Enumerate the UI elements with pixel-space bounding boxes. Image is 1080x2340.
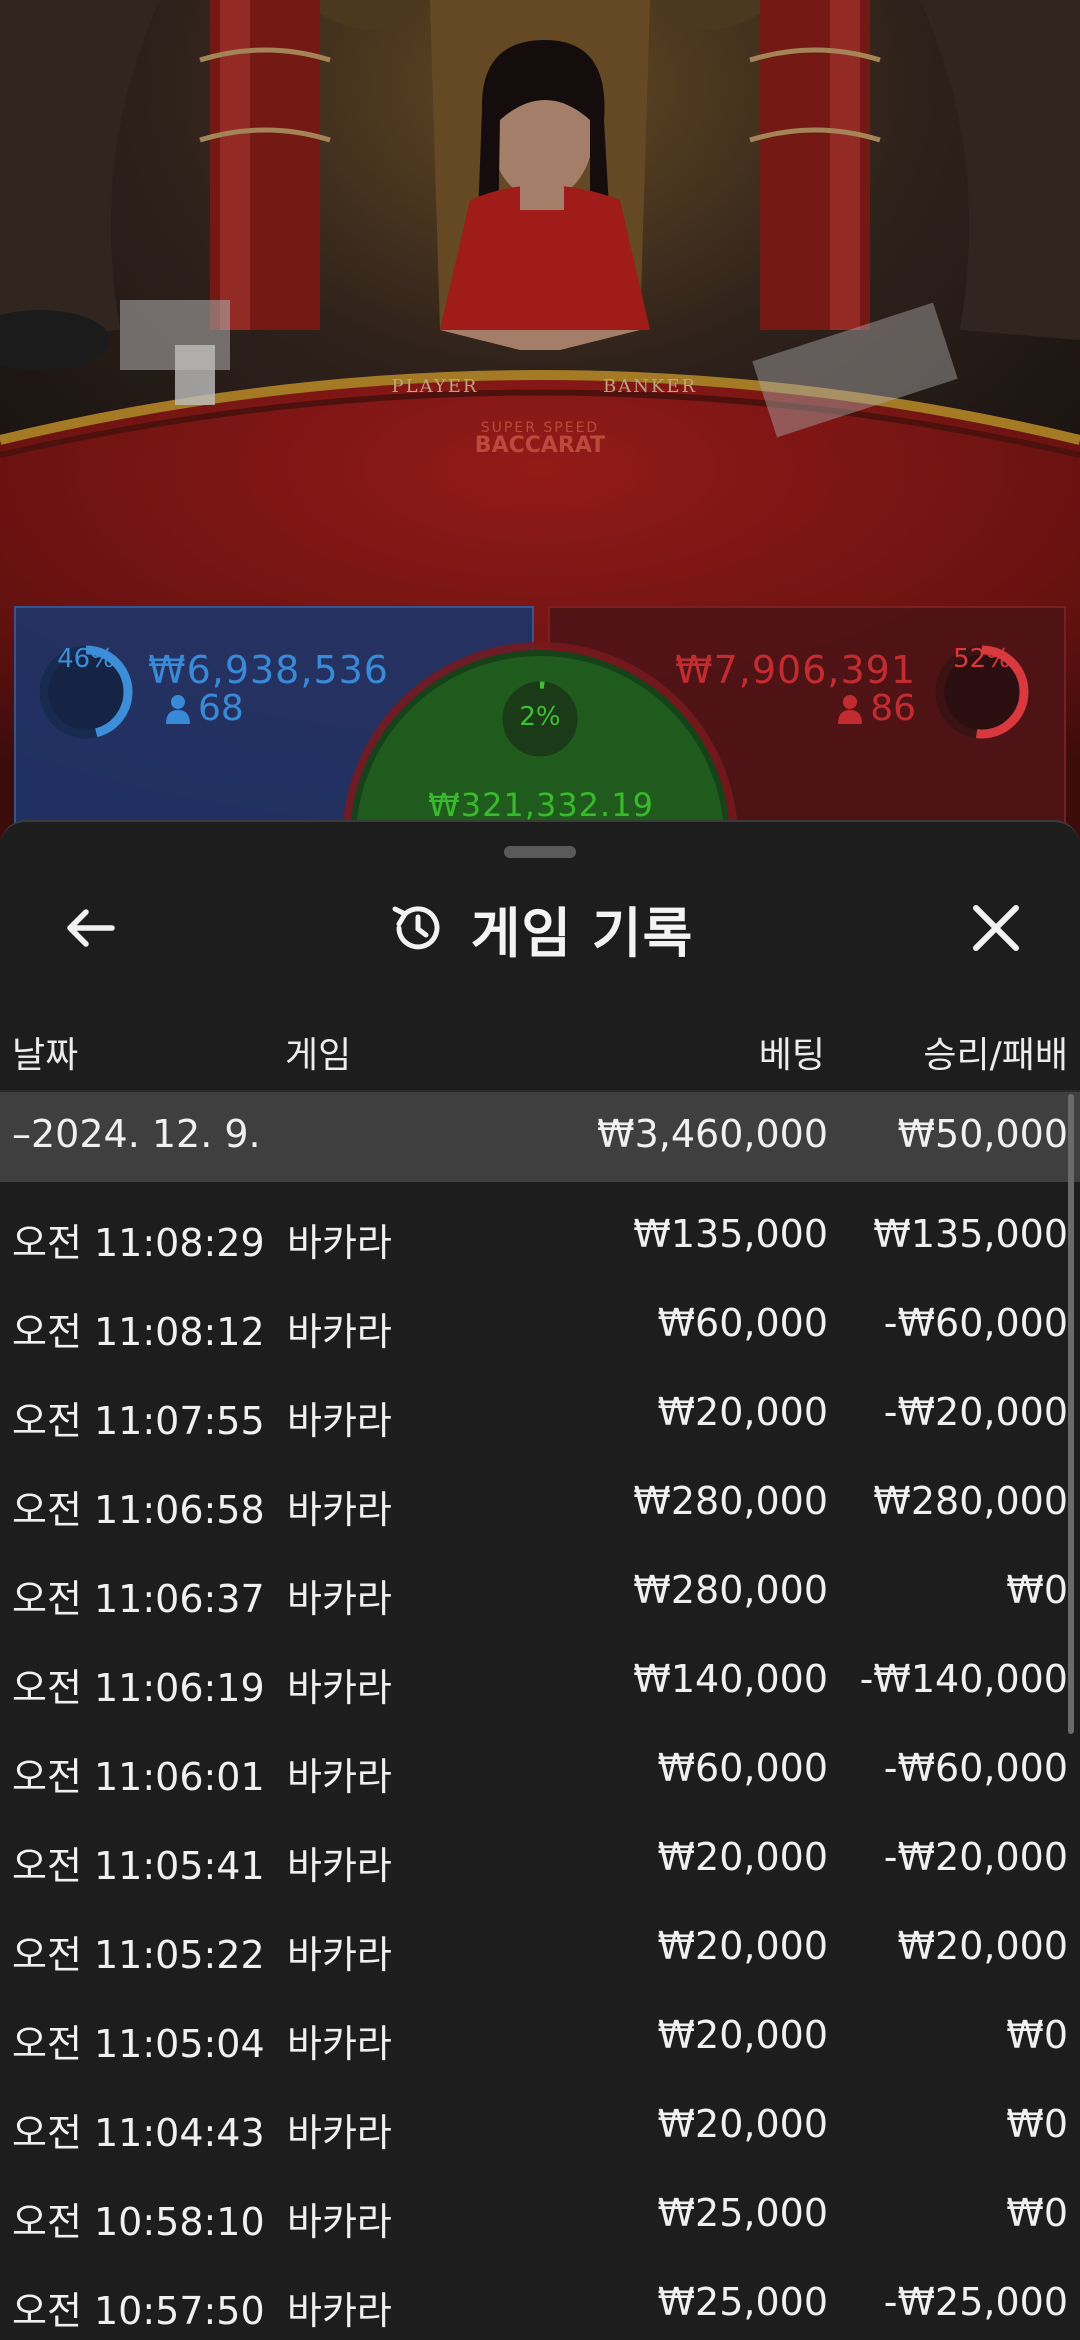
banker-count: 86 bbox=[838, 688, 916, 729]
row-bet: ₩20,000 bbox=[657, 2102, 828, 2146]
arrow-left-icon bbox=[67, 909, 115, 947]
row-result: ₩0 bbox=[1006, 2102, 1068, 2146]
table-row[interactable]: 오전 11:05:22 바카라 ₩20,000 ₩20,000 bbox=[0, 1902, 1080, 1991]
row-game: 바카라 bbox=[287, 1399, 392, 1443]
row-bet: ₩20,000 bbox=[657, 2013, 828, 2057]
row-result: ₩0 bbox=[1006, 2191, 1068, 2235]
banker-count-value: 86 bbox=[870, 688, 916, 729]
row-time: 오전 11:05:22 bbox=[12, 1933, 265, 1977]
row-bet: ₩280,000 bbox=[633, 1479, 828, 1523]
table-row[interactable]: 오전 10:57:50 바카라 ₩25,000 -₩25,000 bbox=[0, 2258, 1080, 2340]
row-bet: ₩25,000 bbox=[657, 2191, 828, 2235]
row-bet: ₩60,000 bbox=[657, 1301, 828, 1345]
row-game: 바카라 bbox=[287, 1577, 392, 1621]
row-game: 바카라 bbox=[287, 2111, 392, 2155]
game-history-sheet: 게임 기록 날짜 게임 베팅 승리/패배 –2024. 12. 9. ₩3,46… bbox=[0, 820, 1080, 2340]
row-result: -₩140,000 bbox=[859, 1657, 1068, 1701]
table-row[interactable]: 오전 11:07:55 바카라 ₩20,000 -₩20,000 bbox=[0, 1368, 1080, 1457]
row-game: 바카라 bbox=[287, 1933, 392, 1977]
row-time: 오전 11:06:37 bbox=[12, 1577, 265, 1621]
row-time: 오전 11:07:55 bbox=[12, 1399, 265, 1443]
day-group-row[interactable]: –2024. 12. 9. ₩3,460,000 ₩50,000 bbox=[0, 1092, 1080, 1182]
player-count-value: 68 bbox=[198, 688, 244, 729]
row-time: 오전 10:57:50 bbox=[12, 2289, 265, 2333]
row-time: 오전 10:58:10 bbox=[12, 2200, 265, 2244]
row-result: ₩280,000 bbox=[873, 1479, 1068, 1523]
sheet-header: 게임 기록 bbox=[0, 888, 1080, 968]
row-result: -₩20,000 bbox=[883, 1390, 1068, 1434]
person-icon bbox=[166, 694, 190, 724]
row-game: 바카라 bbox=[287, 2022, 392, 2066]
column-header-date: 날짜 bbox=[12, 1035, 79, 1076]
close-button[interactable] bbox=[956, 888, 1036, 968]
table-header: 날짜 게임 베팅 승리/패배 bbox=[0, 1000, 1080, 1092]
day-group-bet-total: ₩3,460,000 bbox=[597, 1112, 828, 1156]
row-result: -₩25,000 bbox=[883, 2280, 1068, 2324]
row-time: 오전 11:05:04 bbox=[12, 2022, 265, 2066]
player-percent: 46% bbox=[57, 644, 115, 674]
close-icon bbox=[973, 905, 1019, 951]
row-time: 오전 11:08:29 bbox=[12, 1221, 265, 1265]
sheet-drag-handle[interactable] bbox=[504, 846, 576, 858]
banker-bet-amount: ₩7,906,391 bbox=[675, 648, 916, 692]
history-table: 날짜 게임 베팅 승리/패배 –2024. 12. 9. ₩3,460,000 … bbox=[0, 1000, 1080, 2340]
row-bet: ₩20,000 bbox=[657, 1835, 828, 1879]
tie-bet-amount: ₩321,332.19 bbox=[428, 786, 654, 824]
banker-percent: 52% bbox=[953, 644, 1011, 674]
row-game: 바카라 bbox=[287, 1666, 392, 1710]
live-game-view: PLAYER BANKER SUPER SPEED BACCARAT 46% ₩… bbox=[0, 0, 1080, 840]
table-row[interactable]: 오전 11:04:43 바카라 ₩20,000 ₩0 bbox=[0, 2080, 1080, 2169]
row-bet: ₩20,000 bbox=[657, 1390, 828, 1434]
row-result: ₩0 bbox=[1006, 2013, 1068, 2057]
row-result: ₩135,000 bbox=[873, 1212, 1068, 1256]
row-time: 오전 11:04:43 bbox=[12, 2111, 265, 2155]
scrollbar[interactable] bbox=[1068, 1094, 1074, 1734]
player-count: 68 bbox=[166, 688, 244, 729]
day-group-date: –2024. 12. 9. bbox=[12, 1112, 261, 1156]
person-icon bbox=[838, 694, 863, 724]
row-result: -₩60,000 bbox=[883, 1746, 1068, 1790]
row-game: 바카라 bbox=[287, 1488, 392, 1532]
row-game: 바카라 bbox=[287, 2200, 392, 2244]
row-game: 바카라 bbox=[287, 1221, 392, 1265]
table-row[interactable]: 오전 11:08:12 바카라 ₩60,000 -₩60,000 bbox=[0, 1279, 1080, 1368]
row-game: 바카라 bbox=[287, 1755, 392, 1799]
row-bet: ₩25,000 bbox=[657, 2280, 828, 2324]
row-game: 바카라 bbox=[287, 2289, 392, 2333]
table-row[interactable]: 오전 11:08:29 바카라 ₩135,000 ₩135,000 bbox=[0, 1190, 1080, 1279]
row-bet: ₩280,000 bbox=[633, 1568, 828, 1612]
row-time: 오전 11:08:12 bbox=[12, 1310, 265, 1354]
history-icon bbox=[392, 906, 440, 950]
column-header-win-loss: 승리/패배 bbox=[923, 1035, 1068, 1076]
row-result: -₩60,000 bbox=[883, 1301, 1068, 1345]
row-result: ₩0 bbox=[1006, 1568, 1068, 1612]
row-time: 오전 11:05:41 bbox=[12, 1844, 265, 1888]
table-row[interactable]: 오전 11:06:01 바카라 ₩60,000 -₩60,000 bbox=[0, 1724, 1080, 1813]
row-result: -₩20,000 bbox=[883, 1835, 1068, 1879]
row-time: 오전 11:06:58 bbox=[12, 1488, 265, 1532]
sheet-title: 게임 기록 bbox=[470, 901, 694, 965]
row-bet: ₩20,000 bbox=[657, 1924, 828, 1968]
row-time: 오전 11:06:19 bbox=[12, 1666, 265, 1710]
row-game: 바카라 bbox=[287, 1310, 392, 1354]
column-header-game: 게임 bbox=[285, 1035, 352, 1076]
table-row[interactable]: 오전 11:05:04 바카라 ₩20,000 ₩0 bbox=[0, 1991, 1080, 2080]
tie-percent: 2% bbox=[519, 702, 561, 732]
table-row[interactable]: 오전 11:06:19 바카라 ₩140,000 -₩140,000 bbox=[0, 1635, 1080, 1724]
back-button[interactable] bbox=[50, 888, 130, 968]
row-game: 바카라 bbox=[287, 1844, 392, 1888]
player-bet-amount: ₩6,938,536 bbox=[148, 648, 389, 692]
column-header-bet: 베팅 bbox=[758, 1035, 825, 1076]
row-bet: ₩140,000 bbox=[633, 1657, 828, 1701]
table-row[interactable]: 오전 10:58:10 바카라 ₩25,000 ₩0 bbox=[0, 2169, 1080, 2258]
table-row[interactable]: 오전 11:05:41 바카라 ₩20,000 -₩20,000 bbox=[0, 1813, 1080, 1902]
day-group-win-total: ₩50,000 bbox=[897, 1112, 1068, 1156]
row-result: ₩20,000 bbox=[897, 1924, 1068, 1968]
row-bet: ₩60,000 bbox=[657, 1746, 828, 1790]
row-time: 오전 11:06:01 bbox=[12, 1755, 265, 1799]
table-row[interactable]: 오전 11:06:37 바카라 ₩280,000 ₩0 bbox=[0, 1546, 1080, 1635]
table-row[interactable]: 오전 11:06:58 바카라 ₩280,000 ₩280,000 bbox=[0, 1457, 1080, 1546]
row-bet: ₩135,000 bbox=[633, 1212, 828, 1256]
